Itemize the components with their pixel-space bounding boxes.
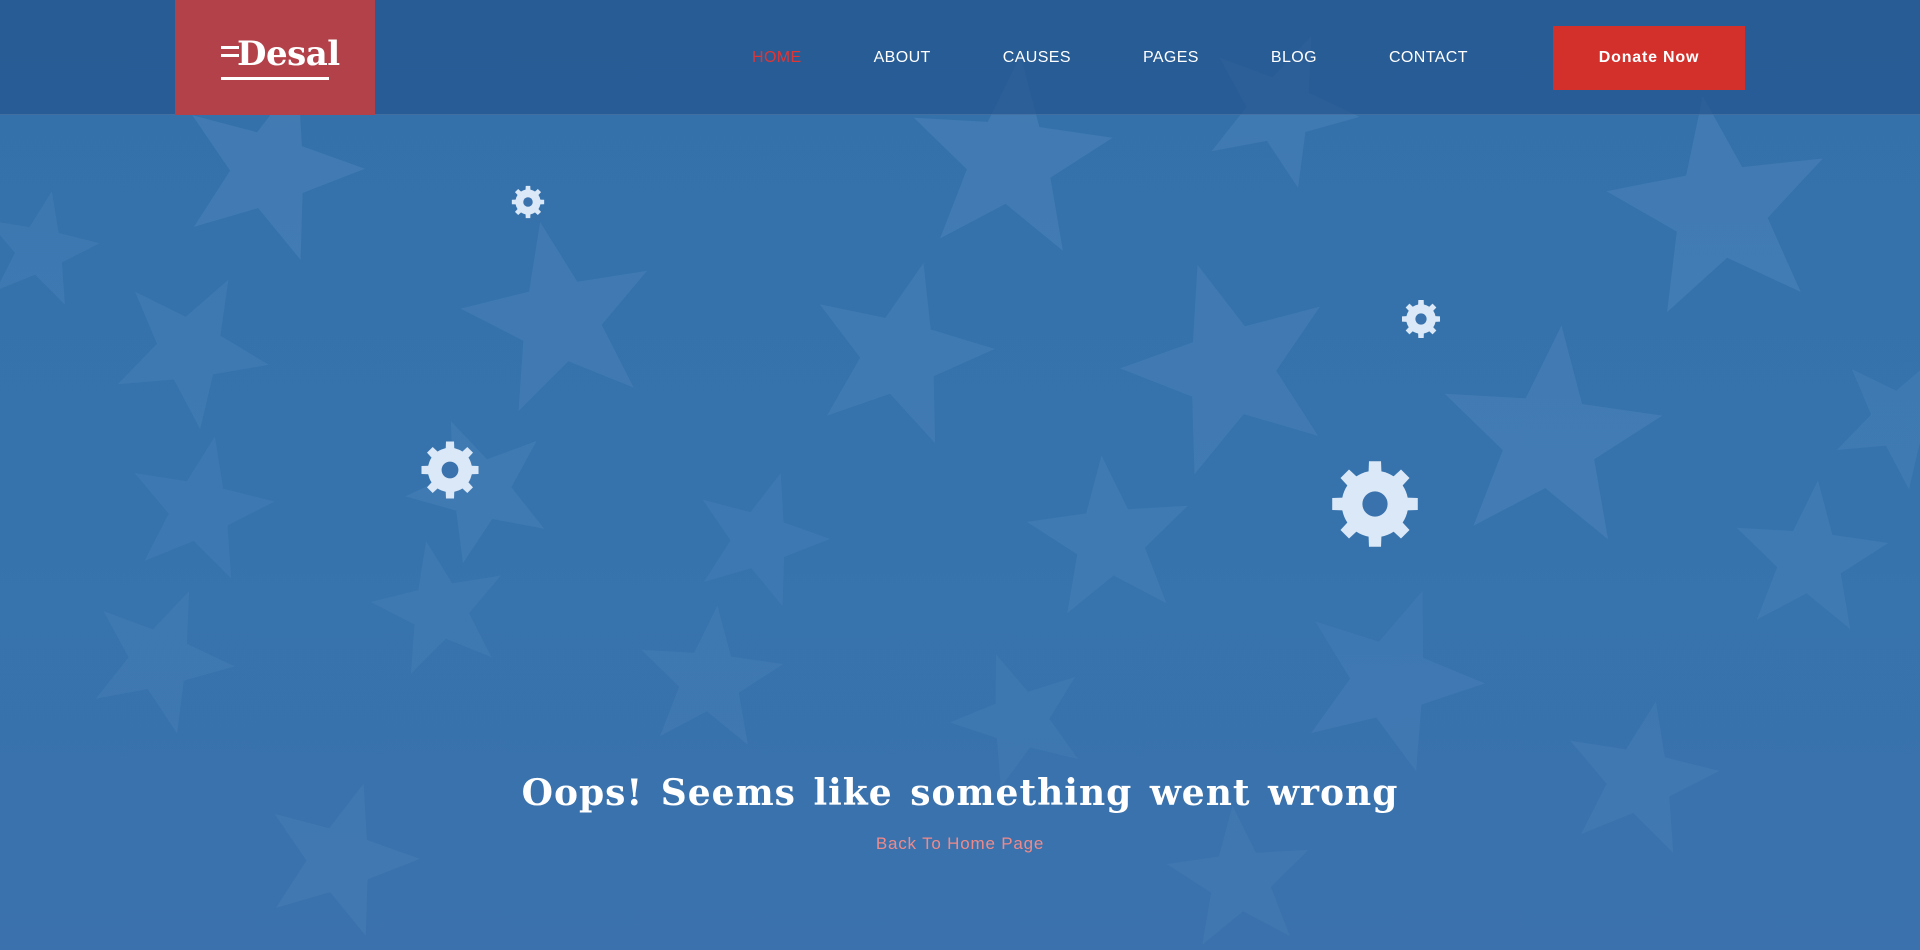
site-logo[interactable]: Desal [175, 0, 375, 115]
site-header: Desal HOME ABOUT CAUSES PAGES BLOG CONTA… [0, 0, 1920, 115]
nav-item-blog[interactable]: BLOG [1271, 49, 1317, 67]
gear-icon [1330, 459, 1420, 549]
main-nav: HOME ABOUT CAUSES PAGES BLOG CONTACT [730, 0, 1468, 115]
gear-icon [1401, 299, 1441, 339]
gear-icon [511, 185, 545, 219]
nav-item-causes[interactable]: CAUSES [1003, 49, 1071, 67]
nav-item-about[interactable]: ABOUT [874, 49, 931, 67]
nav-item-home[interactable]: HOME [752, 49, 802, 67]
logo-underline [221, 76, 329, 80]
back-to-home-link[interactable]: Back To Home Page [0, 834, 1920, 854]
error-heading: Oops! Seems like something went wrong [521, 772, 1399, 814]
nav-item-contact[interactable]: CONTACT [1389, 49, 1468, 67]
donate-now-button[interactable]: Donate Now [1553, 26, 1745, 90]
gear-icon [420, 440, 480, 500]
logo-text: Desal [237, 33, 340, 74]
nav-item-pages[interactable]: PAGES [1143, 49, 1199, 67]
